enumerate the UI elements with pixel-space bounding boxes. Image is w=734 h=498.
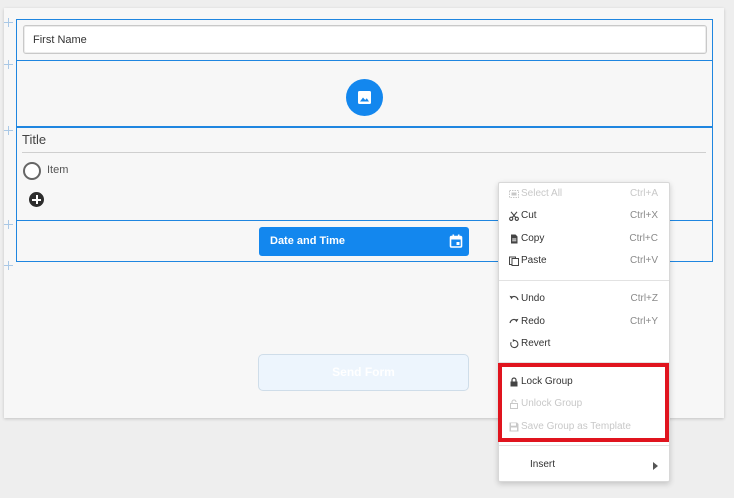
menu-item-shortcut: Ctrl+C [629, 233, 658, 244]
date-time-button[interactable]: Date and Time [259, 227, 469, 256]
radio-group-title[interactable]: Title [22, 132, 46, 147]
menu-item-label: Insert [530, 459, 556, 470]
radio-item-label[interactable]: Item [47, 164, 68, 176]
menu-item-undo[interactable]: Undo Ctrl+Z [499, 290, 669, 308]
menu-item-label: Save Group as Template [521, 421, 631, 432]
date-time-label: Date and Time [270, 235, 345, 247]
menu-item-label: Unlock Group [521, 398, 583, 409]
menu-item-save-group-template: Save Group as Template [499, 418, 669, 436]
menu-item-lock-group[interactable]: Lock Group [499, 373, 669, 391]
menu-item-redo[interactable]: Redo Ctrl+Y [499, 313, 669, 331]
menu-item-label: Select All [521, 188, 563, 199]
menu-item-shortcut: Ctrl+V [629, 255, 658, 266]
lock-icon [510, 377, 518, 387]
menu-item-label: Copy [521, 233, 545, 244]
undo-icon [509, 295, 519, 301]
row-insert-marker[interactable] [4, 126, 13, 135]
context-menu: Select All Ctrl+A Cut Ctrl+X Copy Ctrl+C… [498, 182, 670, 482]
copy-icon [511, 234, 518, 244]
form-row-image[interactable] [16, 61, 713, 127]
menu-item-label: Cut [521, 210, 537, 221]
row-insert-marker[interactable] [4, 60, 13, 69]
paste-icon [509, 256, 519, 266]
add-item-icon[interactable] [29, 192, 44, 207]
row-insert-marker[interactable] [4, 18, 13, 27]
menu-item-copy[interactable]: Copy Ctrl+C [499, 230, 669, 248]
menu-item-shortcut: Ctrl+X [629, 210, 658, 221]
menu-item-label: Revert [521, 338, 551, 349]
first-name-field[interactable]: First Name [23, 25, 707, 54]
menu-item-label: Redo [521, 316, 545, 327]
menu-divider [499, 280, 669, 281]
menu-item-revert[interactable]: Revert [499, 335, 669, 353]
revert-icon [510, 339, 519, 349]
menu-item-select-all: Select All Ctrl+A [499, 185, 669, 203]
row-insert-marker[interactable] [4, 261, 13, 270]
menu-divider [499, 362, 669, 363]
menu-item-label: Undo [521, 293, 545, 304]
title-divider [22, 152, 706, 153]
first-name-value: First Name [33, 34, 87, 46]
menu-item-label: Paste [521, 255, 547, 266]
image-upload-button[interactable] [346, 79, 383, 116]
send-form-button[interactable]: Send Form [258, 354, 469, 391]
image-icon [358, 91, 371, 104]
scissors-icon [509, 211, 519, 221]
menu-item-insert[interactable]: Insert [499, 456, 669, 474]
unlock-icon [510, 399, 518, 409]
menu-item-cut[interactable]: Cut Ctrl+X [499, 207, 669, 225]
form-row-text-field[interactable]: First Name [16, 19, 713, 61]
send-form-label: Send Form [332, 365, 395, 379]
submenu-arrow-icon [653, 462, 658, 470]
menu-item-shortcut: Ctrl+Y [629, 316, 658, 327]
menu-item-label: Lock Group [521, 376, 573, 387]
select-all-icon [509, 190, 519, 198]
calendar-icon [449, 234, 463, 248]
menu-item-shortcut: Ctrl+Z [630, 293, 659, 304]
menu-item-shortcut: Ctrl+A [629, 188, 658, 199]
menu-item-unlock-group: Unlock Group [499, 395, 669, 413]
save-icon [509, 422, 519, 432]
redo-icon [509, 318, 519, 324]
radio-button[interactable] [23, 162, 41, 180]
row-insert-marker[interactable] [4, 220, 13, 229]
menu-divider [499, 445, 669, 446]
menu-item-paste[interactable]: Paste Ctrl+V [499, 252, 669, 270]
